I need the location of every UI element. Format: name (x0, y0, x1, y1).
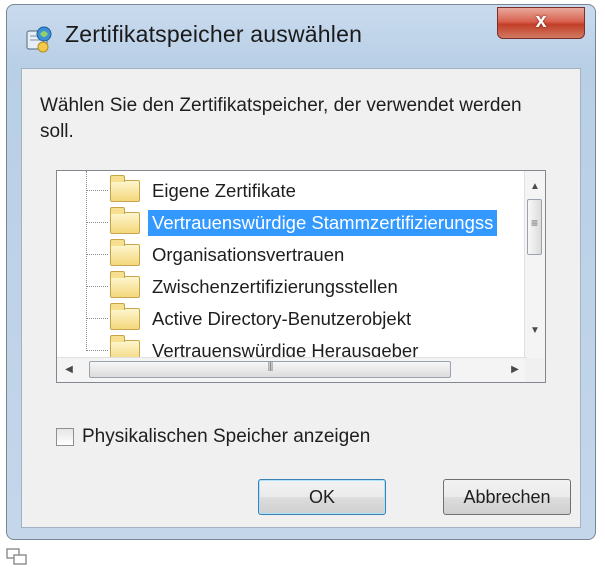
scroll-right-arrow-icon[interactable]: ▶ (503, 358, 527, 382)
dialog-title: Zertifikatspeicher auswählen (65, 21, 363, 47)
physical-store-checkbox[interactable] (56, 428, 74, 446)
scroll-up-arrow-icon[interactable]: ▲ (525, 177, 545, 197)
dialog-content: Wählen Sie den Zertifikatspeicher, der v… (21, 68, 581, 528)
close-icon: x (535, 10, 547, 32)
vertical-scrollbar[interactable]: ▲ ▼ (524, 171, 545, 359)
tree-connector (86, 222, 108, 223)
tree-item-active-directory-benutzerobjekt[interactable]: Active Directory-Benutzerobjekt (86, 303, 526, 335)
title-bar[interactable]: Zertifikatspeicher auswählen x (7, 5, 595, 67)
dialog-window: Zertifikatspeicher auswählen x Wählen Si… (6, 4, 596, 540)
folder-icon (110, 303, 140, 330)
tree-items: Eigene Zertifikate Vertrauenswürdige Sta… (57, 171, 527, 359)
tree-item-label: Vertrauenswürdige Herausgeber (152, 340, 419, 359)
instruction-text: Wählen Sie den Zertifikatspeicher, der v… (40, 95, 522, 142)
close-button[interactable]: x (497, 7, 585, 39)
ok-button[interactable]: OK (258, 479, 386, 515)
certificate-store-tree[interactable]: Eigene Zertifikate Vertrauenswürdige Sta… (56, 170, 546, 383)
tree-item-vertrauenswuerdige-herausgeber[interactable]: Vertrauenswürdige Herausgeber (86, 335, 526, 359)
tree-connector (86, 286, 108, 287)
scroll-down-arrow-icon[interactable]: ▼ (525, 321, 545, 341)
tree-connector (86, 190, 108, 191)
folder-icon (110, 239, 140, 266)
tree-item-label: Eigene Zertifikate (152, 180, 296, 201)
vertical-scroll-thumb[interactable] (527, 199, 542, 255)
horizontal-scroll-thumb[interactable] (89, 361, 451, 378)
physical-store-label[interactable]: Physikalischen Speicher anzeigen (82, 425, 370, 449)
tree-connector (86, 254, 108, 255)
scroll-left-arrow-icon[interactable]: ◀ (57, 358, 81, 382)
tree-item-label: Active Directory-Benutzerobjekt (152, 308, 412, 329)
tree-connector (86, 318, 108, 319)
certificate-icon (26, 26, 52, 53)
enlarge-icon[interactable] (6, 548, 28, 566)
tree-item-vertrauenswuerdige-stammzertifizierungsstellen[interactable]: Vertrauenswürdige Stammzertifizierungss (86, 207, 526, 239)
folder-icon (110, 207, 140, 234)
folder-icon (110, 175, 140, 202)
tree-item-organisationsvertrauen[interactable]: Organisationsvertrauen (86, 239, 526, 271)
tree-item-label: Zwischenzertifizierungsstellen (152, 276, 398, 297)
cancel-button[interactable]: Abbrechen (443, 479, 571, 515)
horizontal-scrollbar[interactable]: ◀ ▶ (57, 357, 527, 382)
tree-item-label: Organisationsvertrauen (152, 244, 345, 265)
tree-connector (86, 350, 108, 351)
tree-item-zwischenzertifizierungsstellen[interactable]: Zwischenzertifizierungsstellen (86, 271, 526, 303)
scrollbar-corner (525, 358, 545, 382)
folder-icon (110, 271, 140, 298)
tree-item-eigene-zertifikate[interactable]: Eigene Zertifikate (86, 175, 526, 207)
tree-item-label-selected: Vertrauenswürdige Stammzertifizierungss (148, 210, 498, 236)
